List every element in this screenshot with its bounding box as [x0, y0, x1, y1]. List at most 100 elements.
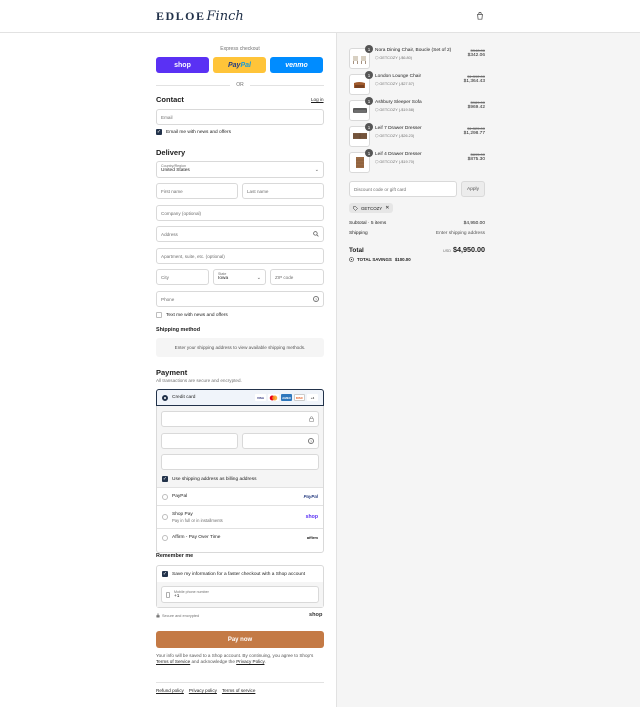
email-news-row[interactable]: ✓ Email me with news and offers — [156, 129, 231, 135]
quantity-badge: 1 — [365, 149, 373, 157]
paypal-b-text: Pal — [240, 61, 251, 69]
more-cards-badge: +4 — [307, 394, 318, 401]
item-discount: ⬡ GETCOZY (-$26.23) — [375, 134, 415, 138]
last-name-input[interactable]: Last name — [242, 183, 324, 199]
email-news-checkbox[interactable]: ✓ — [156, 129, 162, 135]
city-input[interactable]: City — [156, 269, 209, 285]
refund-policy-link[interactable]: Refund policy — [156, 688, 184, 693]
mobile-phone-text: Mobile phone number +1 — [174, 590, 209, 599]
remember-row[interactable]: ✓ Save my information for a faster checko… — [162, 571, 305, 577]
item-discount: ⬡ GETCOZY (-$19.70) — [375, 160, 415, 164]
email-input[interactable]: Email — [156, 109, 324, 125]
country-select[interactable]: Country/Region United States ⌄ — [156, 161, 324, 178]
or-divider: OR — [156, 82, 324, 88]
payment-subtitle: All transactions are secure and encrypte… — [156, 378, 242, 383]
affirm-option[interactable]: Affirm - Pay Over Time affirm — [157, 528, 323, 546]
help-icon[interactable]: ? — [313, 296, 319, 302]
footer-links: Refund policy Privacy policy Terms of se… — [156, 688, 255, 693]
privacy-policy-link[interactable]: Privacy policy — [189, 688, 217, 693]
paypal-logo: PayPal — [303, 494, 318, 499]
chevron-down-icon: ⌄ — [314, 167, 319, 173]
credit-card-label: Credit card — [172, 395, 196, 400]
remove-code-icon[interactable]: ✕ — [385, 205, 389, 211]
billing-same-row[interactable]: ✓ Use shipping address as billing address — [162, 476, 257, 482]
cart-item: 1 London Lounge Chair ⬡ GETCOZY (-$27.57)… — [349, 71, 485, 96]
mobile-phone-icon — [166, 591, 170, 598]
affirm-option-label: Affirm - Pay Over Time — [172, 535, 221, 540]
tag-icon — [353, 205, 358, 211]
total-amount: USD $4,950.00 — [443, 245, 485, 254]
terms-of-service-link[interactable]: Terms of service — [222, 688, 255, 693]
paypal-option[interactable]: PayPal PayPal — [157, 487, 323, 505]
zip-input[interactable]: ZIP code — [270, 269, 324, 285]
product-image: 1 — [349, 71, 373, 95]
credit-card-radio[interactable] — [162, 394, 168, 401]
total-savings: TOTAL SAVINGS $100.00 — [349, 257, 411, 262]
text-news-row[interactable]: Text me with news and offers — [156, 312, 228, 318]
item-discount-text: GETCOZY (-$26.23) — [379, 134, 415, 138]
product-image: 1 — [349, 97, 373, 121]
quantity-badge: 1 — [365, 71, 373, 79]
security-code-input[interactable]: ? — [242, 433, 319, 449]
quantity-badge: 1 — [365, 97, 373, 105]
paypal-a-text: Pay — [228, 61, 241, 69]
apply-button[interactable]: Apply — [461, 181, 485, 197]
brand-logo[interactable]: EDLOEFinch — [156, 9, 244, 24]
shoppay-text: Shop Pay Pay in full or in installments — [172, 512, 223, 523]
card-number-input[interactable] — [161, 411, 319, 427]
subtotal-row: Subtotal · 5 items $4,950.00 — [349, 221, 485, 226]
legal-text: Your info will be saved to a Shop accoun… — [156, 653, 324, 666]
pay-now-button[interactable]: Pay now — [156, 631, 324, 648]
apartment-input[interactable]: Apartment, suite, etc. (optional) — [156, 248, 324, 264]
product-image: 1 — [349, 45, 373, 69]
shoppay-option[interactable]: Shop Pay Pay in full or in installments … — [157, 505, 323, 528]
subtotal-value: $4,950.00 — [463, 221, 485, 226]
text-news-checkbox[interactable] — [156, 312, 162, 318]
expiry-input[interactable] — [161, 433, 238, 449]
company-input[interactable]: Company (optional) — [156, 205, 324, 221]
affirm-radio[interactable] — [162, 534, 168, 541]
address-input[interactable]: Address — [156, 226, 324, 242]
remember-save-label: Save my information for a faster checkou… — [172, 571, 306, 577]
shopping-bag-icon[interactable] — [476, 12, 484, 20]
paypal-button[interactable]: Pay Pal — [213, 57, 266, 73]
paypal-option-label: PayPal — [172, 494, 188, 499]
quantity-badge: 1 — [365, 45, 373, 53]
subtotal-label: Subtotal · 5 items — [349, 221, 387, 226]
name-on-card-input[interactable] — [161, 454, 319, 470]
address-placeholder: Address — [161, 231, 178, 237]
terms-link[interactable]: Terms of Service — [156, 659, 190, 664]
footer-divider — [156, 682, 324, 683]
help-icon[interactable]: ? — [308, 438, 314, 444]
item-name: Ashbury Sleeper Sofa — [375, 100, 422, 105]
login-link[interactable]: Log in — [311, 97, 324, 102]
legal-text-2: and acknowledge the — [191, 659, 235, 665]
country-value: United States — [161, 168, 190, 173]
amex-icon: AMEX — [281, 394, 292, 401]
contact-heading: Contact — [156, 95, 184, 104]
venmo-button[interactable]: venmo — [270, 57, 323, 73]
shop-logo: shop — [309, 612, 323, 618]
billing-same-label: Use shipping address as billing address — [172, 476, 257, 482]
item-name: Leif 7 Drawer Dresser — [375, 126, 422, 131]
shipping-method-heading: Shipping method — [156, 327, 201, 333]
shipping-method-notice: Enter your shipping address to view avai… — [156, 338, 324, 357]
shoppay-radio[interactable] — [162, 514, 168, 520]
item-discount: ⬡ GETCOZY (-$27.57) — [375, 82, 415, 86]
paypal-radio[interactable] — [162, 493, 168, 500]
privacy-link[interactable]: Privacy Policy — [236, 659, 264, 664]
credit-card-option[interactable]: Credit card VISA AMEX DISC +4 — [156, 389, 324, 406]
mobile-phone-input[interactable]: Mobile phone number +1 — [161, 586, 319, 603]
savings-value: $100.00 — [394, 257, 411, 262]
state-select[interactable]: State Iowa ⌄ — [213, 269, 266, 285]
remember-checkbox[interactable]: ✓ — [162, 571, 168, 577]
shop-pay-button[interactable]: shop — [156, 57, 209, 73]
first-name-input[interactable]: First name — [156, 183, 238, 199]
text-news-label: Text me with news and offers — [166, 312, 228, 318]
billing-same-checkbox[interactable]: ✓ — [162, 476, 168, 482]
payment-heading: Payment — [156, 368, 188, 377]
lock-icon — [309, 416, 314, 422]
phone-input[interactable]: Phone ? — [156, 291, 324, 307]
discount-code-input[interactable]: Discount code or gift card — [349, 181, 457, 197]
shoppay-option-label: Shop Pay — [172, 511, 193, 517]
